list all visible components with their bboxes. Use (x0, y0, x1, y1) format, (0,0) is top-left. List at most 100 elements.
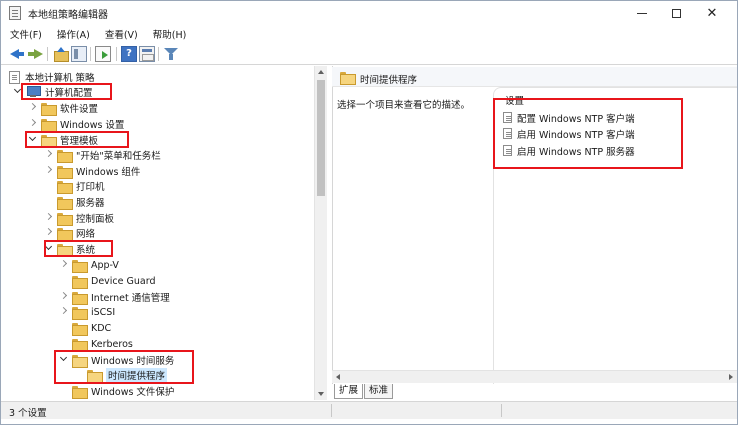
scrollbar-thumb[interactable] (317, 80, 325, 196)
tree-item-internet-comm[interactable]: Internet 通信管理 (59, 289, 170, 305)
tree-item-iscsi[interactable]: iSCSI (59, 304, 115, 320)
menu-bar: 文件(F) 操作(A) 查看(V) 帮助(H) (1, 25, 737, 43)
tree-vertical-scrollbar[interactable] (314, 66, 327, 400)
close-button[interactable]: ✕ (695, 1, 729, 25)
collapse-chevron-icon[interactable] (44, 228, 54, 238)
expand-chevron-icon[interactable] (13, 87, 23, 97)
minimize-button[interactable] (625, 1, 659, 25)
filter-icon[interactable] (163, 46, 179, 62)
tree-label: Windows 文件保护 (91, 387, 175, 398)
tree-item-time-providers[interactable]: 时间提供程序 (74, 367, 168, 383)
minimize-icon (637, 12, 647, 14)
tree-label: 控制面板 (76, 214, 115, 225)
show-hide-tree-icon[interactable] (71, 46, 87, 62)
tree-item-windows-components[interactable]: Windows 组件 (44, 163, 140, 179)
setting-item-enable-ntp-server[interactable]: 启用 Windows NTP 服务器 (503, 143, 635, 158)
status-bar: 3 个设置 (1, 401, 737, 419)
expand-chevron-icon[interactable] (28, 135, 38, 145)
collapse-chevron-icon[interactable] (59, 307, 69, 317)
tree-label: 管理模板 (60, 136, 99, 147)
tree-item-windows-settings[interactable]: Windows 设置 (28, 116, 124, 132)
policy-setting-icon (503, 128, 512, 139)
properties-icon[interactable] (139, 46, 155, 62)
details-horizontal-scrollbar[interactable] (332, 370, 737, 383)
scroll-left-icon[interactable] (336, 374, 340, 380)
tree-item-device-guard[interactable]: Device Guard (59, 273, 155, 289)
tab-standard[interactable]: 标准 (364, 384, 394, 399)
scroll-up-icon[interactable] (318, 70, 324, 74)
tree-label: "开始"菜单和任务栏 (76, 151, 161, 162)
up-one-level-icon[interactable] (53, 46, 69, 62)
scroll-down-icon[interactable] (318, 392, 324, 396)
folder-open-icon (72, 354, 88, 368)
folder-icon (72, 275, 88, 289)
gpedit-app-icon (9, 6, 21, 20)
tree-item-root[interactable]: 本地计算机 策略 (9, 69, 95, 85)
forward-arrow-icon[interactable] (27, 46, 43, 62)
collapse-chevron-icon[interactable] (59, 260, 69, 270)
tree-item-computer-config[interactable]: 计算机配置 (13, 84, 93, 100)
tree-item-app-v[interactable]: App-V (59, 257, 119, 273)
setting-item-enable-ntp-client[interactable]: 启用 Windows NTP 客户端 (503, 126, 635, 141)
tree-item-software-settings[interactable]: 软件设置 (28, 100, 98, 116)
tree-item-file-protection[interactable]: Windows 文件保护 (59, 383, 174, 399)
menu-view[interactable]: 查看(V) (99, 27, 144, 41)
tree-item-system[interactable]: 系统 (44, 241, 95, 257)
tree-item-control-panel[interactable]: 控制面板 (44, 210, 114, 226)
scroll-right-icon[interactable] (729, 374, 733, 380)
export-list-icon[interactable] (95, 46, 111, 62)
collapse-chevron-icon[interactable] (28, 119, 38, 129)
tree-label: 时间提供程序 (106, 368, 168, 382)
computer-icon (26, 86, 41, 98)
folder-icon (57, 149, 73, 163)
folder-open-icon (57, 243, 73, 257)
tree-item-network[interactable]: 网络 (44, 225, 95, 241)
collapse-chevron-icon[interactable] (44, 166, 54, 176)
help-icon[interactable]: ? (121, 46, 137, 62)
tree-item-printers[interactable]: 打印机 (44, 178, 105, 194)
setting-item-configure-ntp-client[interactable]: 配置 Windows NTP 客户端 (503, 110, 635, 125)
settings-column-header[interactable]: 设置 (505, 93, 524, 107)
tree-label: KDC (91, 322, 112, 334)
details-header-title: 时间提供程序 (360, 75, 418, 86)
tree-item-servers[interactable]: 服务器 (44, 194, 105, 210)
menu-action[interactable]: 操作(A) (51, 27, 96, 41)
maximize-button[interactable] (659, 1, 693, 25)
tree-item-kerberos[interactable]: Kerberos (59, 336, 133, 352)
policy-setting-icon (503, 145, 512, 156)
toolbar-separator (116, 47, 117, 61)
tree-item-admin-templates[interactable]: 管理模板 (28, 132, 98, 148)
back-arrow-icon[interactable] (9, 46, 25, 62)
policy-setting-icon (503, 112, 512, 123)
expand-chevron-icon[interactable] (59, 355, 69, 365)
folder-icon (72, 306, 88, 320)
collapse-chevron-icon[interactable] (44, 213, 54, 223)
tree-item-w32time[interactable]: Windows 时间服务 (59, 352, 174, 368)
collapse-chevron-icon[interactable] (44, 150, 54, 160)
tab-extended[interactable]: 扩展 (334, 384, 364, 399)
menu-file[interactable]: 文件(F) (4, 27, 48, 41)
tree-label: 打印机 (76, 182, 105, 193)
tree-label: Windows 组件 (76, 167, 141, 178)
expand-chevron-icon[interactable] (44, 244, 54, 254)
tree-label: Internet 通信管理 (91, 293, 170, 304)
folder-open-icon (41, 134, 57, 148)
tree-label: 计算机配置 (45, 88, 93, 99)
folder-icon (57, 227, 73, 241)
folder-icon (72, 322, 88, 336)
folder-icon (72, 291, 88, 305)
tree-item-start-menu[interactable]: "开始"菜单和任务栏 (44, 147, 161, 163)
tree-label: Windows 设置 (60, 120, 125, 131)
tree-label: Windows 时间服务 (91, 356, 175, 367)
tree-item-kdc[interactable]: KDC (59, 320, 111, 336)
menu-help[interactable]: 帮助(H) (147, 27, 193, 41)
collapse-chevron-icon[interactable] (59, 292, 69, 302)
setting-label: 启用 Windows NTP 服务器 (517, 146, 635, 158)
tree-label: Device Guard (91, 275, 156, 287)
collapse-chevron-icon[interactable] (28, 103, 38, 113)
